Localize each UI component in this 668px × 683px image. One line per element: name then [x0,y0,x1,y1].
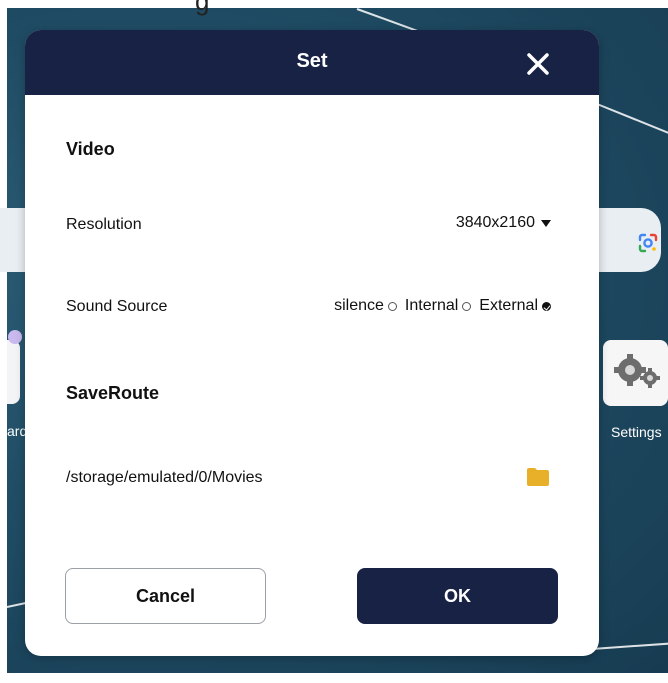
radio-option-external[interactable]: External [479,297,551,315]
resolution-value: 3840x2160 [455,214,535,231]
folder-icon[interactable] [527,468,549,486]
radio-button-checked[interactable] [542,301,551,311]
dialog-header: Set [25,30,599,95]
saveroute-section-title: SaveRoute [66,383,160,403]
wallpaper-line [596,103,668,139]
save-path-text: /storage/emulated/0/Movies [66,469,263,486]
settings-dialog: Set Video Resolution 3840x2160 Sound Sou… [25,30,599,656]
settings-app-label: Settings [611,424,662,440]
radio-button[interactable] [387,301,397,311]
bottom-bar [0,673,668,683]
ok-button[interactable]: OK [357,568,558,624]
close-icon[interactable] [520,46,556,82]
radio-label: silence [334,297,384,314]
wallpaper-line [591,641,668,650]
settings-gears-icon [614,354,660,388]
partial-top-text: g [195,0,210,16]
google-lens-icon[interactable] [636,231,660,255]
cancel-button[interactable]: Cancel [65,568,266,624]
notification-dot [8,330,22,344]
radio-label: Internal [404,297,459,314]
dropdown-arrow-icon [541,219,551,227]
radio-option-internal[interactable]: Internal [404,297,472,315]
sound-source-label: Sound Source [66,298,168,315]
sound-source-options: silence Internal External [334,297,551,315]
radio-label: External [479,297,538,314]
video-section-title: Video [66,139,115,159]
dialog-title: Set [296,50,328,72]
resolution-dropdown[interactable]: 3840x2160 [456,214,551,232]
radio-option-silence[interactable]: silence [334,297,397,315]
app-icon-left[interactable] [7,340,20,404]
radio-button[interactable] [462,301,472,311]
top-bar [0,0,668,8]
resolution-label: Resolution [66,216,142,233]
